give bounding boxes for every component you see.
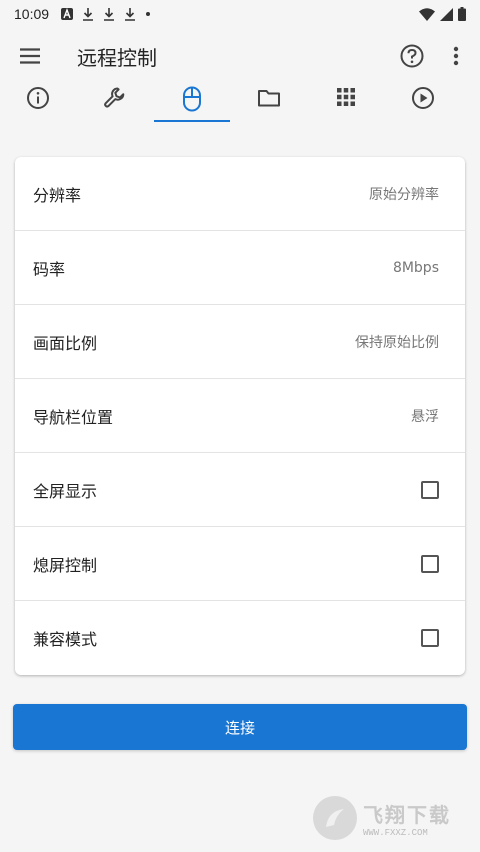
setting-screen-off-control[interactable]: 熄屏控制 [15, 527, 465, 601]
more-options-button[interactable] [446, 43, 466, 69]
tab-info[interactable] [0, 82, 76, 126]
watermark-logo-icon [313, 796, 357, 840]
setting-label: 兼容模式 [33, 630, 98, 649]
compat-mode-checkbox[interactable] [421, 629, 439, 647]
watermark: 飞翔下载 WWW.FXXZ.COM [313, 794, 473, 842]
setting-label: 画面比例 [33, 333, 98, 353]
screen-off-checkbox[interactable] [421, 554, 439, 573]
setting-value: 8Mbps [392, 259, 439, 276]
status-system-icons [419, 7, 466, 21]
dot-icon [146, 12, 151, 16]
setting-label: 分辨率 [33, 185, 82, 205]
info-icon [27, 87, 49, 109]
mouse-icon [183, 86, 201, 112]
tab-media[interactable] [385, 82, 461, 126]
download-icon [83, 7, 94, 21]
page-title: 远程控制 [77, 45, 157, 70]
setting-label: 熄屏控制 [33, 555, 98, 575]
tab-tools[interactable] [77, 82, 153, 126]
settings-card: 分辨率 原始分辨率 码率 8Mbps 画面比例 保持原始比例 导航栏位置 悬浮 … [15, 157, 465, 675]
more-vert-icon [453, 46, 459, 66]
download-icon [125, 7, 136, 21]
setting-label: 码率 [33, 259, 66, 279]
tab-apps[interactable] [308, 82, 384, 126]
setting-bitrate[interactable]: 码率 8Mbps [15, 231, 465, 305]
setting-resolution[interactable]: 分辨率 原始分辨率 [15, 157, 465, 231]
tab-files[interactable] [231, 82, 307, 126]
wifi-icon [419, 7, 435, 21]
setting-aspect-ratio[interactable]: 画面比例 保持原始比例 [15, 305, 465, 379]
status-bar: 10:09 [0, 0, 480, 28]
download-icon [104, 7, 115, 21]
folder-icon [258, 90, 280, 107]
menu-icon [20, 48, 40, 64]
setting-navbar-position[interactable]: 导航栏位置 悬浮 [15, 379, 465, 453]
watermark-brand: 飞翔下载 [363, 802, 451, 827]
status-notification-icons [61, 7, 151, 21]
apps-grid-icon [337, 88, 355, 106]
status-time: 10:09 [14, 6, 50, 22]
wrench-icon [104, 87, 125, 108]
tab-mouse[interactable] [154, 82, 230, 126]
setting-label: 全屏显示 [33, 481, 98, 501]
setting-fullscreen[interactable]: 全屏显示 [15, 453, 465, 527]
watermark-url: WWW.FXXZ.COM [363, 827, 428, 838]
fullscreen-checkbox[interactable] [421, 480, 439, 499]
help-button[interactable] [399, 43, 425, 69]
help-icon [400, 44, 424, 68]
menu-button[interactable] [17, 43, 43, 69]
signal-icon [440, 7, 453, 21]
setting-value: 悬浮 [411, 408, 439, 425]
tab-bar [0, 82, 480, 126]
battery-icon [458, 7, 466, 21]
a-badge-icon [61, 8, 74, 20]
connect-button[interactable]: 连接 [13, 704, 467, 750]
play-circle-icon [412, 87, 434, 109]
setting-value: 保持原始比例 [355, 334, 439, 351]
setting-compat-mode[interactable]: 兼容模式 [15, 601, 465, 675]
setting-label: 导航栏位置 [33, 407, 114, 427]
app-toolbar: 远程控制 [0, 36, 480, 76]
setting-value: 原始分辨率 [369, 186, 439, 203]
